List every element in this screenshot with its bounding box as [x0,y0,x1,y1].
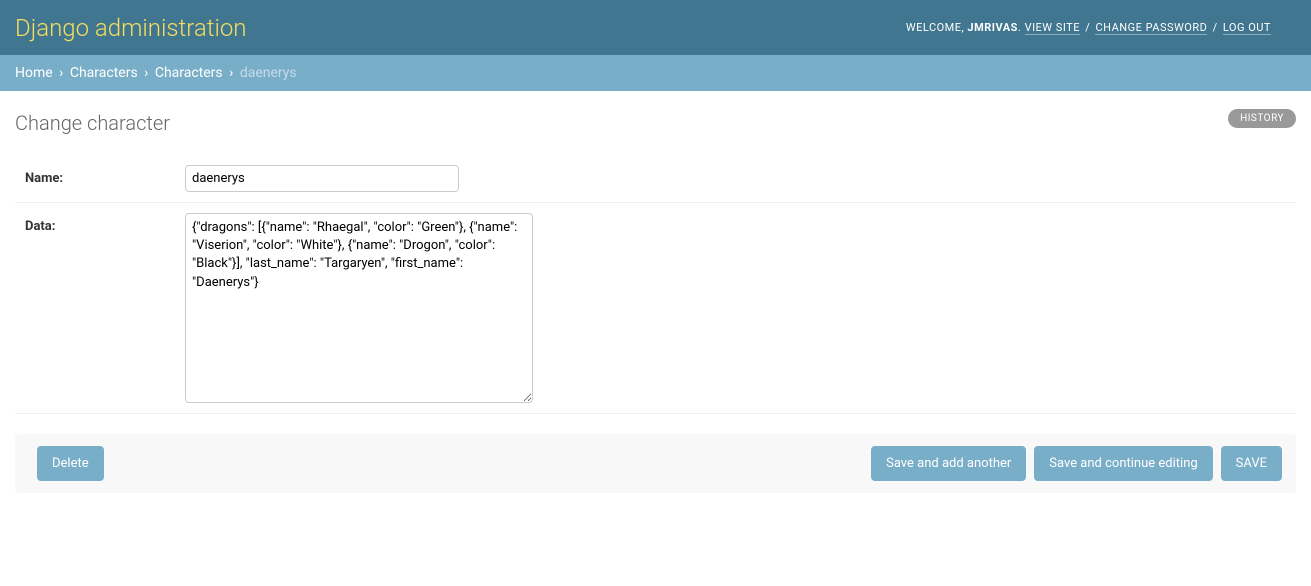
name-label: Name: [25,165,185,186]
admin-header: Django administration Welcome, jmrivas. … [0,0,1311,55]
logout-link[interactable]: Log out [1223,21,1271,35]
breadcrumb-current: daenerys [240,65,297,81]
breadcrumb-app[interactable]: Characters [70,65,138,81]
breadcrumb-model[interactable]: Characters [155,65,223,81]
save-button[interactable] [1221,446,1282,481]
page-title: Change character [15,111,1296,135]
view-site-link[interactable]: View site [1025,21,1080,35]
data-label: Data: [25,213,185,234]
data-field[interactable]: {"dragons": [{"name": "Rhaegal", "color"… [185,213,533,403]
save-continue-button[interactable] [1034,446,1212,481]
breadcrumb-home[interactable]: Home [15,65,53,81]
name-field[interactable] [185,165,459,192]
change-form: Name: Data: {"dragons": [{"name": "Rhaeg… [15,155,1296,493]
breadcrumb: Home › Characters › Characters › daenery… [0,55,1311,91]
branding: Django administration [15,14,247,42]
breadcrumb-separator: › [141,65,152,81]
user-tools: Welcome, jmrivas. View site / Change pas… [906,21,1271,34]
period: . [1018,21,1025,34]
breadcrumb-separator: › [226,65,237,81]
breadcrumb-separator: › [56,65,67,81]
site-title: Django administration [15,14,247,42]
submit-row: Delete [15,434,1296,493]
username: jmrivas [967,21,1018,34]
form-row-name: Name: [15,155,1296,203]
save-add-another-button[interactable] [871,446,1026,481]
history-button[interactable]: History [1228,109,1296,128]
content: History Change character Name: Data: {"d… [0,91,1311,513]
fieldset: Name: Data: {"dragons": [{"name": "Rhaeg… [15,155,1296,414]
delete-button[interactable]: Delete [37,446,104,481]
separator: / [1082,21,1094,34]
welcome-text: Welcome, [906,21,968,34]
change-password-link[interactable]: Change password [1095,21,1207,35]
form-row-data: Data: {"dragons": [{"name": "Rhaegal", "… [15,203,1296,414]
object-tools: History [1228,109,1296,128]
separator: / [1209,21,1221,34]
